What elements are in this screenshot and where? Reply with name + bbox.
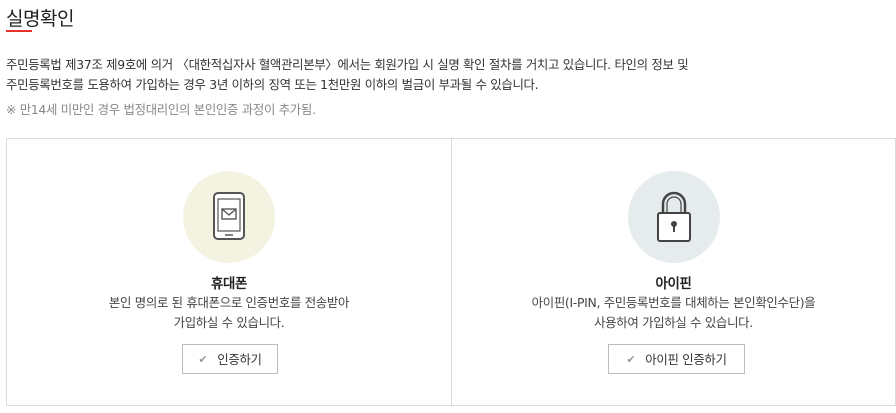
description: 주민등록법 제37조 제9호에 의거 〈대한적십자사 혈액관리본부〉에서는 회원… <box>6 55 886 95</box>
description-line: 주민등록법 제37조 제9호에 의거 〈대한적십자사 혈액관리본부〉에서는 회원… <box>6 57 689 72</box>
ipin-verify-label: 아이핀 인증하기 <box>645 352 727 367</box>
check-icon: ✔ <box>198 352 208 366</box>
ipin-option-title: 아이핀 <box>655 277 692 292</box>
phone-verify-button[interactable]: ✔ 인증하기 <box>182 344 278 374</box>
ipin-verify-button[interactable]: ✔ 아이핀 인증하기 <box>608 344 745 374</box>
age-note: ※ 만14세 미만인 경우 법정대리인의 본인인증 과정이 추가됨. <box>6 102 316 117</box>
phone-option-description: 본인 명의로 된 휴대폰으로 인증번호를 전송받아 가입하실 수 있습니다. <box>7 293 451 333</box>
phone-option-title: 휴대폰 <box>210 277 248 292</box>
padlock-icon <box>657 191 691 242</box>
ipin-verification-panel: 아이핀 아이핀(I-PIN, 주민등록번호를 대체하는 본인확인수단)을 사용하… <box>452 139 895 405</box>
phone-desc-line: 가입하실 수 있습니다. <box>173 315 285 330</box>
ipin-option-description: 아이핀(I-PIN, 주민등록번호를 대체하는 본인확인수단)을 사용하여 가입… <box>452 293 895 333</box>
ipin-desc-line: 사용하여 가입하실 수 있습니다. <box>594 315 753 330</box>
page-title: 실명확인 <box>6 8 74 30</box>
mobile-phone-mail-icon <box>213 192 245 240</box>
phone-desc-line: 본인 명의로 된 휴대폰으로 인증번호를 전송받아 <box>108 295 350 310</box>
ipin-icon-circle <box>628 171 720 263</box>
phone-verification-panel: 휴대폰 본인 명의로 된 휴대폰으로 인증번호를 전송받아 가입하실 수 있습니… <box>7 139 452 405</box>
phone-icon-circle <box>183 171 275 263</box>
verification-options: 휴대폰 본인 명의로 된 휴대폰으로 인증번호를 전송받아 가입하실 수 있습니… <box>6 138 896 406</box>
description-line: 주민등록번호를 도용하여 가입하는 경우 3년 이하의 징역 또는 1천만원 이… <box>6 77 539 92</box>
ipin-desc-line: 아이핀(I-PIN, 주민등록번호를 대체하는 본인확인수단)을 <box>531 295 816 310</box>
check-icon: ✔ <box>626 352 636 366</box>
phone-verify-label: 인증하기 <box>217 352 262 367</box>
title-underline <box>6 30 32 32</box>
